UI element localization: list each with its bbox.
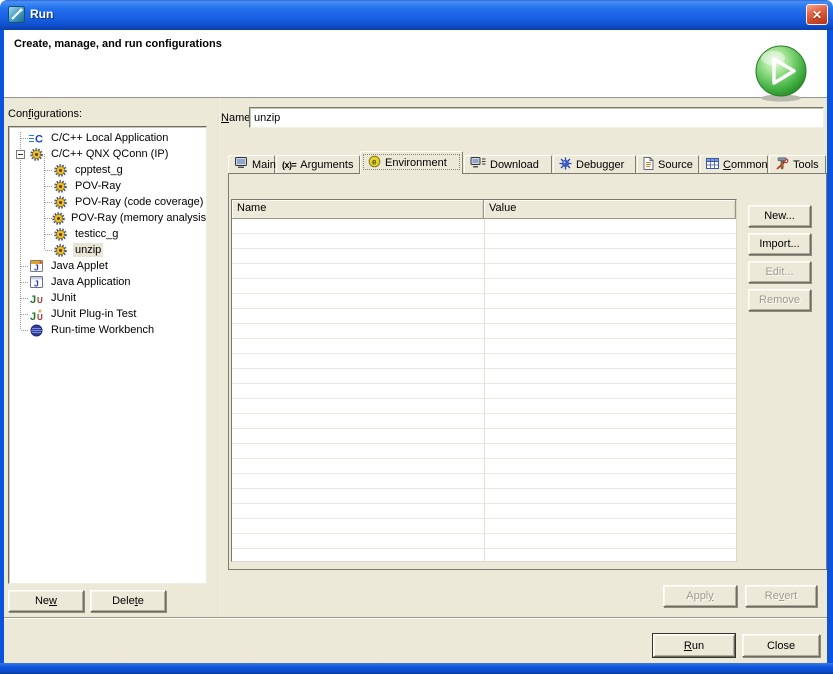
delete-configuration-button[interactable]: Delete	[90, 590, 166, 612]
run-wizard-icon	[8, 6, 25, 23]
name-input[interactable]	[249, 107, 824, 128]
panel-sash[interactable]	[218, 100, 220, 617]
tab-source[interactable]: Source	[637, 155, 699, 173]
cpp-local-application-icon: C	[28, 132, 45, 144]
tree-expander-minus-icon[interactable]	[16, 150, 25, 159]
svg-text:U: U	[37, 313, 43, 321]
svg-text:J: J	[30, 294, 36, 304]
tree-item-junit-plug-in-test[interactable]: »JU JUnit Plug-in Test	[9, 306, 206, 322]
tree-item-pov-ray-memory-analysis[interactable]: POV-Ray (memory analysis)	[9, 210, 206, 226]
java-applet-icon: J	[28, 260, 45, 272]
tree-item-pov-ray-code-coverage[interactable]: POV-Ray (code coverage)	[9, 194, 206, 210]
table-header: Name Value	[232, 200, 736, 219]
launch-config-gear-icon	[52, 180, 69, 193]
tree-item-junit[interactable]: JU JUnit	[9, 290, 206, 306]
run-launch-icon	[752, 44, 810, 105]
svg-text:U: U	[37, 296, 43, 304]
tab-debugger[interactable]: Debugger	[553, 155, 636, 173]
window-border-right	[827, 30, 833, 674]
tree-item-java-applet[interactable]: J Java Applet	[9, 258, 206, 274]
env-new-button[interactable]: New...	[748, 205, 811, 227]
svg-text:e: e	[372, 158, 377, 167]
window-border-bottom	[0, 663, 833, 674]
table-column-separator	[484, 219, 485, 561]
title-bar[interactable]: Run ✕	[0, 0, 833, 30]
launch-config-gear-icon	[52, 228, 69, 241]
environment-tab-panel: Name Value New... Import... Edit... Remo…	[228, 173, 827, 570]
tab-download[interactable]: Download	[464, 155, 552, 173]
close-button[interactable]: Close	[742, 634, 820, 657]
debugger-tab-icon	[559, 157, 572, 173]
env-edit-button: Edit...	[748, 261, 811, 283]
tree-item-testicc_g[interactable]: testicc_g	[9, 226, 206, 242]
arguments-tab-icon: (x)=	[282, 160, 296, 170]
junit-icon: JU	[28, 292, 45, 304]
workbench-icon	[28, 324, 45, 337]
svg-text:C: C	[35, 134, 43, 145]
launch-config-gear-icon	[52, 244, 69, 257]
dialog-header: Create, manage, and run configurations	[4, 30, 827, 98]
junit-plugin-icon: »JU	[28, 308, 45, 321]
run-dialog: Run ✕ Create, manage, and run configurat…	[0, 0, 833, 674]
env-import-button[interactable]: Import...	[748, 233, 811, 255]
common-tab-icon	[706, 158, 719, 172]
run-button[interactable]: Run	[653, 634, 735, 657]
environment-variables-table: Name Value	[231, 199, 737, 562]
launch-config-gear-icon	[52, 164, 69, 177]
main-tab-icon	[234, 157, 248, 172]
tab-arguments[interactable]: (x)= Arguments	[276, 155, 360, 173]
tree-item-cpp-local-application[interactable]: C C/C++ Local Application	[9, 130, 206, 146]
column-header-value[interactable]: Value	[484, 200, 736, 218]
window-border-left	[0, 30, 4, 674]
launch-config-gear-icon	[52, 212, 65, 225]
tree-item-pov-ray[interactable]: POV-Ray	[9, 178, 206, 194]
configurations-tree: C C/C++ Local Application C/C++ QNX QCon…	[8, 126, 207, 584]
env-remove-button: Remove	[748, 289, 811, 311]
launch-config-gear-icon	[28, 148, 45, 161]
launch-config-gear-icon	[52, 196, 69, 209]
column-header-name[interactable]: Name	[232, 200, 484, 218]
tree-item-cpp-qnx-qconn[interactable]: C/C++ QNX QConn (IP)	[9, 146, 206, 162]
close-icon[interactable]: ✕	[806, 4, 828, 25]
tab-main[interactable]: Main	[228, 155, 275, 173]
svg-text:J: J	[30, 311, 36, 321]
tab-common[interactable]: Common	[700, 155, 768, 173]
footer-separator	[4, 617, 827, 619]
selected-tree-item-label: unzip	[73, 243, 103, 257]
svg-text:J: J	[34, 263, 39, 273]
tree-item-java-application[interactable]: J Java Application	[9, 274, 206, 290]
source-tab-icon	[643, 157, 654, 173]
dialog-description: Create, manage, and run configurations	[14, 38, 222, 50]
java-application-icon: J	[28, 276, 45, 288]
tab-environment[interactable]: e Environment	[360, 151, 463, 174]
tree-item-unzip[interactable]: unzip	[9, 242, 206, 258]
configurations-label: Configurations:	[8, 108, 82, 120]
apply-button: Apply	[663, 585, 737, 607]
tab-tools[interactable]: Tools	[769, 155, 826, 173]
environment-tab-icon: e	[368, 155, 381, 171]
tools-tab-icon	[775, 157, 789, 173]
download-tab-icon	[470, 157, 486, 172]
tree-item-run-time-workbench[interactable]: Run-time Workbench	[9, 322, 206, 338]
tree-item-cpptest_g[interactable]: cpptest_g	[9, 162, 206, 178]
svg-text:J: J	[34, 279, 39, 289]
revert-button: Revert	[745, 585, 817, 607]
new-configuration-button[interactable]: New	[8, 590, 84, 612]
window-title: Run	[30, 7, 53, 21]
